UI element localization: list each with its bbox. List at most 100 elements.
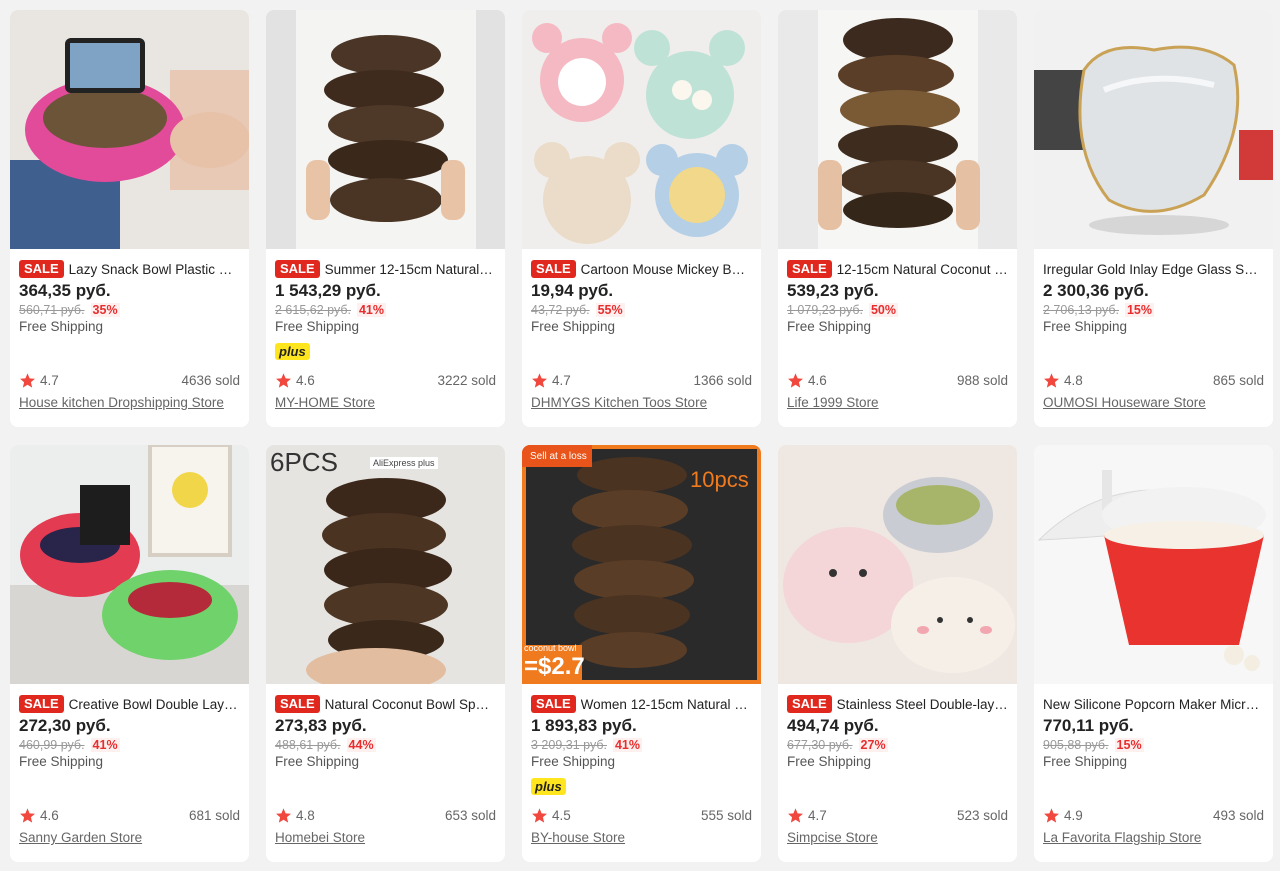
star-icon [276,808,291,823]
product-price: 1 893,83 руб. [531,716,637,735]
product-price: 2 300,36 руб. [1043,281,1149,300]
product-image[interactable] [1034,10,1273,249]
rating-value: 4.7 [40,373,59,388]
product-title[interactable]: 12-15cm Natural Coconut Bowl [837,262,1008,277]
sold-count: 865 sold [1212,373,1264,388]
store-link[interactable]: Sanny Garden Store [19,830,240,845]
product-card[interactable]: SALE 12-15cm Natural Coconut Bowl 539,23… [778,10,1017,427]
plus-badge: plus [531,778,566,795]
rating: 4.6 [19,807,59,824]
rating: 4.7 [531,372,571,389]
rating-value: 4.6 [296,373,315,388]
product-image[interactable] [778,10,1017,249]
rating: 4.8 [275,807,315,824]
rating-value: 4.7 [552,373,571,388]
product-card[interactable]: SALE Cartoon Mouse Mickey Bowl Set 19,94… [522,10,761,427]
store-link[interactable]: La Favorita Flagship Store [1043,830,1264,845]
discount-percent: 44% [346,738,376,752]
old-price: 488,61 руб. [275,738,341,752]
old-price: 1 079,23 руб. [787,303,863,317]
product-card[interactable]: 10pcs Sell at a loss coconut bowl =$2.7 … [522,445,761,862]
product-price: 272,30 руб. [19,716,111,735]
sale-badge: SALE [787,260,832,278]
discount-percent: 15% [1114,738,1144,752]
star-icon [1044,808,1059,823]
plus-badge: plus [275,343,310,360]
product-image[interactable] [10,10,249,249]
discount-percent: 55% [595,303,625,317]
rating: 4.7 [787,807,827,824]
sold-count: 4636 sold [181,373,240,388]
star-icon [276,373,291,388]
store-link[interactable]: Homebei Store [275,830,496,845]
product-title[interactable]: Creative Bowl Double Layer Snack [69,697,240,712]
product-card[interactable]: SALE Summer 12-15cm Natural Coconut Bowl… [266,10,505,427]
product-image[interactable]: 6PCS AliExpress plus [266,445,505,684]
sold-count: 555 sold [700,808,752,823]
old-price: 677,30 руб. [787,738,853,752]
product-image[interactable] [778,445,1017,684]
old-price: 2 706,13 руб. [1043,303,1119,317]
store-link[interactable]: Simpcise Store [787,830,1008,845]
old-price: 3 209,31 руб. [531,738,607,752]
sold-count: 988 sold [956,373,1008,388]
image-overlay-badge: AliExpress plus [370,457,438,469]
product-image[interactable] [1034,445,1273,684]
image-overlay-promo-small: coconut bowl [524,643,577,653]
product-image[interactable] [266,10,505,249]
rating-value: 4.5 [552,808,571,823]
product-title[interactable]: Summer 12-15cm Natural Coconut Bowl [325,262,496,277]
sale-badge: SALE [531,260,576,278]
shipping-label: Free Shipping [1043,319,1128,334]
sold-count: 523 sold [956,808,1008,823]
old-price: 2 615,62 руб. [275,303,351,317]
product-image[interactable]: 10pcs Sell at a loss coconut bowl =$2.7 [522,445,761,684]
sale-badge: SALE [19,260,64,278]
shipping-label: Free Shipping [275,319,360,334]
product-card[interactable]: SALE Stainless Steel Double-layer Bowl 4… [778,445,1017,862]
product-title[interactable]: Women 12-15cm Natural Coconut Bowl [581,697,752,712]
product-card[interactable]: Irregular Gold Inlay Edge Glass Salad Bo… [1034,10,1273,427]
sale-badge: SALE [275,260,320,278]
product-title[interactable]: Lazy Snack Bowl Plastic Double Layer [69,262,240,277]
shipping-label: Free Shipping [1043,754,1128,769]
rating: 4.8 [1043,372,1083,389]
shipping-label: Free Shipping [275,754,360,769]
star-icon [20,373,35,388]
image-overlay-corner: Sell at a loss [530,451,587,462]
rating: 4.7 [19,372,59,389]
product-card[interactable]: SALE Lazy Snack Bowl Plastic Double Laye… [10,10,249,427]
star-icon [20,808,35,823]
product-image[interactable] [10,445,249,684]
product-title[interactable]: Stainless Steel Double-layer Bowl [837,697,1008,712]
store-link[interactable]: House kitchen Dropshipping Store [19,395,240,410]
sold-count: 653 sold [444,808,496,823]
product-title[interactable]: New Silicone Popcorn Maker Microwave [1043,697,1264,712]
store-link[interactable]: BY-house Store [531,830,752,845]
star-icon [788,808,803,823]
star-icon [532,373,547,388]
product-card[interactable]: SALE Creative Bowl Double Layer Snack 27… [10,445,249,862]
product-title[interactable]: Irregular Gold Inlay Edge Glass Salad Bo… [1043,262,1264,277]
product-image[interactable] [522,10,761,249]
store-link[interactable]: OUMOSI Houseware Store [1043,395,1264,410]
sale-badge: SALE [787,695,832,713]
rating-value: 4.6 [808,373,827,388]
discount-percent: 27% [858,738,888,752]
sold-count: 493 sold [1212,808,1264,823]
discount-percent: 50% [868,303,898,317]
rating-value: 4.9 [1064,808,1083,823]
product-card[interactable]: New Silicone Popcorn Maker Microwave 770… [1034,445,1273,862]
product-title[interactable]: Natural Coconut Bowl Spoon Set [325,697,496,712]
shipping-label: Free Shipping [531,319,616,334]
product-price: 273,83 руб. [275,716,367,735]
store-link[interactable]: Life 1999 Store [787,395,1008,410]
rating-value: 4.7 [808,808,827,823]
star-icon [532,808,547,823]
store-link[interactable]: DHMYGS Kitchen Toos Store [531,395,752,410]
product-title[interactable]: Cartoon Mouse Mickey Bowl Set [581,262,752,277]
store-link[interactable]: MY-HOME Store [275,395,496,410]
product-card[interactable]: 6PCS AliExpress plus SALE Natural Coconu… [266,445,505,862]
shipping-label: Free Shipping [787,754,872,769]
product-price: 539,23 руб. [787,281,879,300]
